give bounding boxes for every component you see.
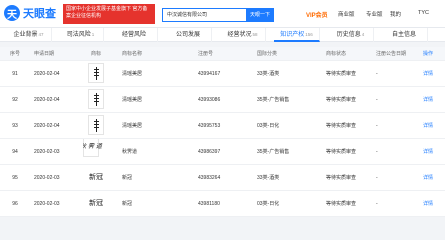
promo-banner[interactable]: 国家中小企业发展子基金旗下 官方备案企业征信机构 — [63, 4, 155, 24]
nav-vip[interactable]: VIP会员 — [306, 10, 328, 19]
trademark-image[interactable] — [88, 62, 104, 83]
trademark-image[interactable] — [88, 88, 104, 109]
detail-link[interactable]: 详情 — [423, 61, 441, 87]
logo-icon: 天 — [4, 5, 20, 21]
trademark-image[interactable]: 秋 霁 道 — [83, 139, 102, 157]
logo-text: 天眼查 — [23, 8, 56, 20]
nav-my[interactable]: 我的 — [390, 10, 401, 18]
detail-link[interactable]: 详情 — [423, 139, 441, 165]
table-row: 94 2020-02-03 秋 霁 道 秋霁道 43986397 35类-广告销… — [0, 139, 445, 165]
trademark-image[interactable] — [88, 114, 104, 135]
tab-enterprise-background[interactable]: 企业背景47 — [6, 28, 52, 42]
trademark-table: 序号 申请日期 商标 商标名称 注册号 国际分类 商标状态 注册公告日期 操作 … — [0, 47, 445, 217]
tab-judicial-risk[interactable]: 司法风险1 — [58, 28, 104, 42]
detail-link[interactable]: 详情 — [423, 113, 441, 139]
detail-link[interactable]: 详情 — [423, 87, 441, 113]
trademark-image[interactable]: 新冠 — [85, 192, 107, 213]
detail-link[interactable]: 详情 — [423, 165, 441, 191]
detail-link[interactable]: 详情 — [423, 191, 441, 217]
section-tabs: 企业背景47 司法风险1 经营风险 公司发展 经营状况58 知识产权156 历史… — [0, 28, 445, 42]
tab-self-info[interactable]: 自主信息 — [382, 28, 428, 42]
logo[interactable]: 天 天眼查 — [4, 4, 60, 22]
tab-operating-status[interactable]: 经营状况58 — [220, 28, 266, 42]
table-row: 95 2020-02-03 新冠 新冠 43983264 33类-酒类 等待实质… — [0, 165, 445, 191]
top-header: 天 天眼查 国家中小企业发展子基金旗下 官方备案企业征信机构 中汉诚信有限公司 … — [0, 0, 445, 28]
search-button[interactable]: 天眼一下 — [246, 8, 274, 22]
nav-user[interactable]: TYC — [418, 10, 429, 16]
trademark-image[interactable]: 新冠 — [85, 166, 107, 187]
tab-operating-risk[interactable]: 经营风险 — [112, 28, 158, 42]
nav-pro[interactable]: 专业版 — [366, 10, 383, 18]
tab-history[interactable]: 历史信息4 — [328, 28, 374, 42]
table-row: 93 2020-02-04 清瑶美居 43995753 03类-日化 等待实质审… — [0, 113, 445, 139]
table-row: 92 2020-02-04 清瑶美居 43993086 35类-广告销售 等待实… — [0, 87, 445, 113]
table-header: 序号 申请日期 商标 商标名称 注册号 国际分类 商标状态 注册公告日期 操作 — [0, 47, 445, 61]
nav-business[interactable]: 商业版 — [338, 10, 355, 18]
tab-intellectual-property[interactable]: 知识产权156 — [274, 28, 320, 42]
tab-company-development[interactable]: 公司发展 — [166, 28, 212, 42]
table-row: 96 2020-02-03 新冠 新冠 43981180 03类-日化 等待实质… — [0, 191, 445, 217]
table-row: 91 2020-02-04 清瑶美居 43994167 33类-酒类 等待实质审… — [0, 61, 445, 87]
